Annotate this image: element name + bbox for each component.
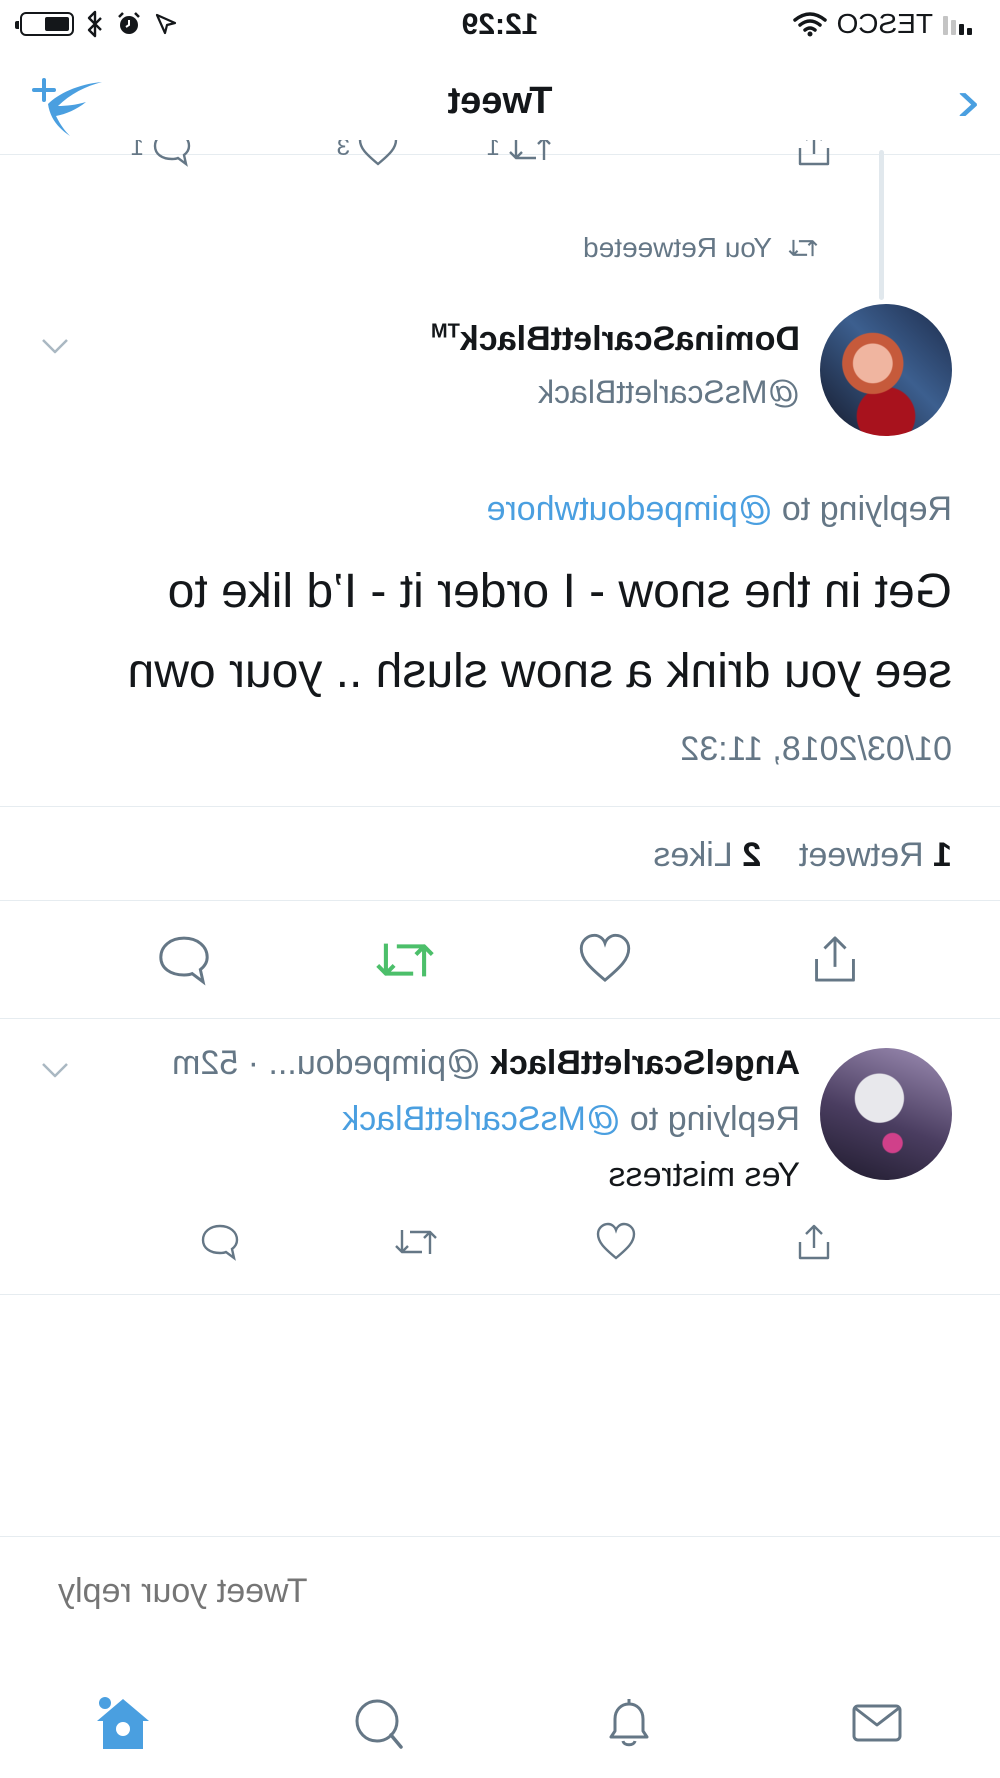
messages-icon	[852, 1704, 902, 1742]
retweet-icon	[509, 140, 551, 160]
retweet-count: 1	[933, 836, 952, 874]
replying-mention[interactable]: @pimpedoutwhore	[487, 490, 773, 528]
prev-share-button[interactable]	[792, 140, 836, 170]
reply-header[interactable]: AngelScarlettBlack @pimpedou... · 52m	[172, 1044, 800, 1083]
battery-icon	[20, 12, 74, 36]
retweet-note: You Retweeted	[583, 232, 820, 264]
retweet-button[interactable]	[372, 930, 438, 990]
author-name[interactable]: DominaScarlettBlackTM	[431, 320, 800, 359]
home-icon	[97, 1697, 149, 1749]
divider	[0, 1018, 1000, 1019]
retweet-icon	[395, 1230, 437, 1254]
retweet-icon	[788, 239, 818, 257]
reply-retweet-button[interactable]	[392, 1220, 440, 1264]
reply-avatar[interactable]	[820, 1048, 952, 1180]
page-title: Tweet	[447, 80, 553, 122]
replying-prefix: Replying to	[781, 490, 952, 528]
tab-home[interactable]	[88, 1688, 158, 1758]
status-right	[20, 10, 178, 38]
tweet-text-line: Get in the snow - I order it - I’d like …	[167, 565, 952, 618]
reply-composer	[0, 1536, 1000, 1667]
prev-reply-count: 1	[130, 140, 144, 161]
prev-retweet-button[interactable]: 1	[487, 140, 554, 170]
likes-stat[interactable]: 2 Likes	[653, 836, 761, 874]
like-button[interactable]	[576, 930, 634, 988]
author-suffix: TM	[430, 320, 460, 343]
explore-icon	[355, 1699, 403, 1749]
heart-icon	[579, 933, 631, 982]
reply-like-button[interactable]	[594, 1220, 638, 1264]
reply-menu-button[interactable]	[40, 1054, 70, 1086]
author-name-text: DominaScarlettBlack	[459, 320, 800, 358]
alarm-icon	[118, 12, 140, 34]
previous-tweet-actions: 1 1 3	[0, 140, 1000, 182]
heart-icon	[596, 1222, 636, 1260]
tweet-text-line: see you drink a snow slush .. your own	[127, 645, 952, 698]
share-icon	[798, 1224, 830, 1260]
tweet-stats: 1 Retweet 2 Likes	[653, 836, 952, 875]
chevron-down-icon	[42, 1063, 68, 1078]
tweet-timestamp: 01/03/2018, 11:32	[680, 730, 952, 768]
author-handle[interactable]: @MsScarlettBlack	[538, 374, 800, 411]
bluetooth-icon	[87, 10, 102, 38]
tweet-actions	[0, 930, 1000, 1000]
prev-reply-button[interactable]: 1	[131, 140, 194, 170]
chevron-down-icon	[42, 339, 68, 354]
prev-like-count: 3	[336, 140, 350, 161]
reply-replying-mention[interactable]: @MsScarlettBlack	[342, 1100, 620, 1138]
divider	[0, 806, 1000, 807]
tab-explore[interactable]	[342, 1688, 412, 1758]
prev-like-button[interactable]: 3	[337, 140, 400, 170]
mirrored-screen: TESCO 12:29 ‹ Tweet 1 1 3 You Retweeted …	[0, 0, 1000, 1778]
tweet-text: Get in the snow - I order it - I’d like …	[72, 552, 952, 712]
retweet-label: Retweet	[798, 836, 924, 874]
reply-input[interactable]	[56, 1571, 920, 1612]
compose-tweet-button[interactable]	[30, 72, 110, 142]
notifications-icon	[609, 1699, 649, 1747]
retweet-icon	[376, 943, 434, 977]
heart-icon	[358, 140, 398, 166]
tab-notifications[interactable]	[594, 1688, 664, 1758]
prev-retweet-count: 1	[486, 140, 500, 161]
reply-reply-button[interactable]	[198, 1220, 242, 1264]
reply-icon	[153, 140, 191, 167]
reply-actions	[0, 1220, 1000, 1280]
battery-level	[45, 17, 69, 31]
reply-replying-prefix: Replying to	[629, 1100, 800, 1138]
tweet-menu-button[interactable]	[40, 330, 70, 362]
reply-icon	[201, 1224, 239, 1261]
retweets-stat[interactable]: 1 Retweet	[799, 836, 952, 874]
divider	[0, 900, 1000, 901]
reply-author-handle: @pimpedou...	[268, 1044, 481, 1082]
divider	[0, 1294, 1000, 1295]
like-label: Likes	[653, 836, 733, 874]
tab-bar	[0, 1666, 1000, 1778]
share-button[interactable]	[806, 930, 864, 988]
status-bar: TESCO 12:29	[0, 0, 1000, 52]
reply-replying-to: Replying to @MsScarlettBlack	[342, 1100, 800, 1139]
replying-to: Replying to @pimpedoutwhore	[487, 490, 952, 529]
reply-icon	[159, 936, 209, 986]
share-icon	[798, 140, 830, 166]
retweet-note-label: You Retweeted	[583, 232, 772, 263]
reply-share-button[interactable]	[792, 1220, 836, 1264]
like-count: 2	[742, 836, 762, 874]
reply-text: Yes mistress	[608, 1156, 800, 1194]
avatar[interactable]	[820, 304, 952, 436]
reply-age: · 52m	[172, 1044, 259, 1082]
scroll-indicator[interactable]	[879, 150, 884, 300]
location-icon	[155, 13, 177, 35]
reply-button[interactable]	[154, 930, 214, 990]
compose-tweet-icon	[32, 78, 102, 136]
reply-author-name: AngelScarlettBlack	[490, 1044, 800, 1082]
share-icon	[815, 936, 855, 982]
tab-messages[interactable]	[842, 1688, 912, 1758]
